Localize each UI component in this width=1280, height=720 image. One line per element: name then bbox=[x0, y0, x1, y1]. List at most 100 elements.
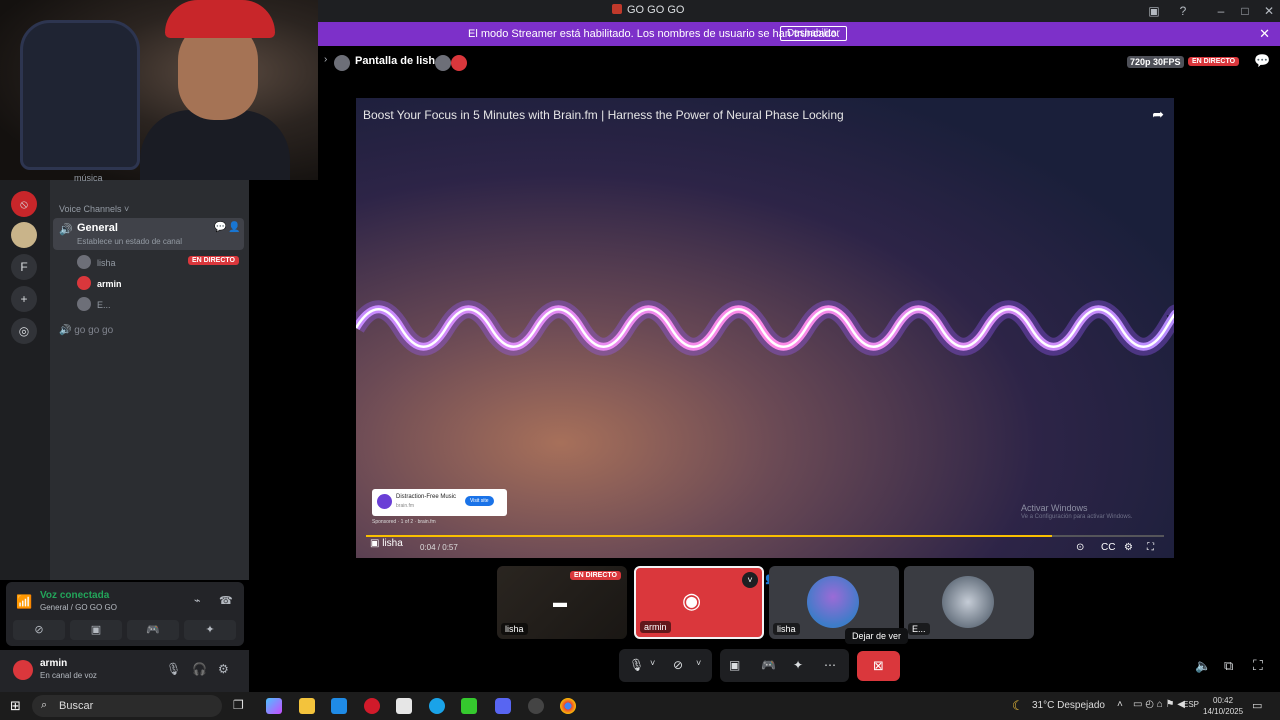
camera-off-icon[interactable]: ⊘ bbox=[673, 658, 683, 672]
language-indicator[interactable]: ESP bbox=[1183, 700, 1199, 709]
avatar[interactable] bbox=[13, 660, 33, 680]
noise-suppression-icon[interactable]: ⌁ bbox=[194, 594, 201, 607]
help-icon[interactable]: ? bbox=[1172, 2, 1194, 20]
more-icon[interactable]: ⋯ bbox=[824, 658, 836, 672]
kick-icon[interactable] bbox=[461, 698, 477, 714]
store-icon[interactable] bbox=[331, 698, 347, 714]
chevron-up-icon[interactable]: ˄ bbox=[1117, 699, 1123, 710]
chat-icon[interactable]: 💬 bbox=[214, 222, 226, 233]
chevron-down-icon[interactable]: ˅ bbox=[696, 658, 701, 668]
voice-user-e[interactable]: E... bbox=[77, 297, 111, 315]
tooltip: Dejar de ver bbox=[845, 628, 909, 644]
participant-tile-armin[interactable]: ◉ ˅ armin bbox=[634, 566, 764, 639]
settings-icon[interactable]: ⚙ bbox=[1124, 542, 1133, 553]
headphones-icon[interactable]: 🎧 bbox=[192, 662, 207, 676]
share-screen-icon[interactable]: ▣ bbox=[729, 658, 740, 672]
voice-channel-general[interactable]: 🔊 General Establece un estado de canal 💬… bbox=[53, 218, 244, 250]
minimize-button[interactable]: – bbox=[1210, 2, 1232, 20]
fullscreen-icon[interactable]: ⛶ bbox=[1147, 542, 1154, 553]
edge-icon[interactable] bbox=[429, 698, 445, 714]
voice-user-armin[interactable]: armin bbox=[77, 276, 122, 294]
avatar bbox=[77, 276, 91, 290]
voice-channels-category[interactable]: Voice Channels ˅ bbox=[59, 204, 129, 214]
soundboard-icon[interactable]: ✦ bbox=[793, 658, 803, 672]
taskbar-search[interactable]: ⌕ Buscar bbox=[32, 695, 222, 717]
search-placeholder: Buscar bbox=[59, 700, 94, 712]
streamer-mode-banner: El modo Streamer está habilitado. Los no… bbox=[318, 22, 1280, 46]
video-title[interactable]: Boost Your Focus in 5 Minutes with Brain… bbox=[363, 108, 844, 122]
voice-user-lisha[interactable]: lisha EN DIRECTO bbox=[77, 255, 242, 273]
chrome-icon[interactable] bbox=[560, 698, 576, 714]
weather-widget[interactable]: 31°C Despejado bbox=[1032, 700, 1105, 711]
chevron-left-icon[interactable]: › bbox=[324, 54, 327, 65]
webcam-body bbox=[140, 110, 290, 180]
participant-tile-lisha-stream[interactable]: EN DIRECTO ▬ lisha bbox=[497, 566, 627, 639]
video-progress-bar[interactable] bbox=[366, 535, 1164, 537]
tray-icons[interactable]: ▭ ◴ ⌂ ⚑ ◀ bbox=[1133, 699, 1185, 710]
captions-icon[interactable]: CC bbox=[1101, 542, 1115, 553]
copilot-icon[interactable] bbox=[266, 698, 282, 714]
discord-logo-icon: ◉ bbox=[682, 588, 702, 613]
maximize-button[interactable]: □ bbox=[1234, 2, 1256, 20]
discover-icon[interactable]: ◎ bbox=[11, 318, 37, 344]
voice-channel-go-go-go[interactable]: 🔊 go go go bbox=[59, 325, 113, 336]
obs-icon[interactable] bbox=[528, 698, 544, 714]
stream-video[interactable]: Boost Your Focus in 5 Minutes with Brain… bbox=[356, 98, 1174, 558]
ad-card[interactable]: Distraction-Free Music brain.fm Visit si… bbox=[372, 489, 507, 516]
disable-streamer-button[interactable]: Deshabilitar bbox=[780, 26, 847, 41]
activity-icon[interactable]: 🎮 bbox=[127, 620, 179, 640]
mail-icon[interactable] bbox=[396, 698, 412, 714]
close-window-button[interactable]: ✕ bbox=[1258, 2, 1280, 20]
microphone-icon[interactable]: 🎙 bbox=[629, 658, 644, 672]
server-icon-1[interactable]: ⦸ bbox=[11, 191, 37, 217]
channel-list: música Voice Channels ˅ 🔊 General Establ… bbox=[50, 173, 249, 580]
autoplay-toggle[interactable]: ⊙ bbox=[1076, 542, 1084, 553]
windows-start-icon[interactable]: ⊞ bbox=[10, 698, 21, 714]
gear-icon[interactable]: ⚙ bbox=[218, 662, 229, 676]
pop-out-icon[interactable]: ⧉ bbox=[1224, 658, 1233, 674]
clock-time: 00:42 bbox=[1213, 696, 1234, 705]
add-server-icon[interactable]: + bbox=[11, 286, 37, 312]
sponsored-label: Sponsored · 1 of 2 · brain.fm bbox=[372, 519, 436, 525]
taskbar-clock[interactable]: 00:42 14/10/2025 bbox=[1203, 695, 1243, 717]
disconnect-icon[interactable]: ☎ bbox=[219, 594, 233, 607]
window-title: GO GO GO bbox=[612, 4, 684, 16]
signal-icon[interactable]: 📶 bbox=[16, 594, 32, 610]
fullscreen-icon[interactable]: ⛶ bbox=[1253, 657, 1263, 674]
brand-logo-icon bbox=[377, 494, 392, 509]
stop-watching-button[interactable]: ⊠ bbox=[857, 651, 900, 681]
add-member-icon[interactable]: 👤 bbox=[228, 222, 240, 233]
task-view-icon[interactable]: ❐ bbox=[233, 698, 244, 712]
file-explorer-icon[interactable] bbox=[299, 698, 315, 714]
chevron-down-icon[interactable]: ˅ bbox=[650, 658, 655, 668]
microphone-icon[interactable]: 🎙 bbox=[166, 662, 181, 676]
avatar bbox=[334, 55, 350, 71]
speaker-icon: 🔊 bbox=[59, 224, 73, 236]
share-screen-icon[interactable]: ▣ bbox=[70, 620, 122, 640]
visit-site-button[interactable]: Visit site bbox=[465, 496, 494, 506]
voice-user-name: armin bbox=[97, 279, 122, 289]
camera-off-icon[interactable]: ⊘ bbox=[13, 620, 65, 640]
activity-icon[interactable]: 🎮 bbox=[761, 658, 776, 672]
share-icon[interactable]: ➦ bbox=[1152, 106, 1164, 123]
inbox-icon[interactable]: ▣ bbox=[1143, 2, 1165, 20]
channel-status[interactable]: Establece un estado de canal bbox=[77, 237, 182, 246]
close-icon[interactable]: ✕ bbox=[1259, 26, 1270, 42]
server-icon-f[interactable]: F bbox=[11, 254, 37, 280]
chevron-down-icon[interactable]: ˅ bbox=[742, 572, 758, 588]
screen-share-icon: ▬ bbox=[553, 594, 567, 610]
volume-icon[interactable]: 🔈 bbox=[1195, 658, 1211, 674]
participant-tile-e[interactable]: E... bbox=[904, 566, 1034, 639]
partial-channel[interactable]: música bbox=[74, 173, 103, 183]
category-label: Voice Channels bbox=[59, 204, 122, 214]
soundboard-icon[interactable]: ✦ bbox=[184, 620, 236, 640]
app-icon[interactable] bbox=[364, 698, 380, 714]
server-icon-2[interactable] bbox=[11, 222, 37, 248]
chat-icon[interactable]: 💬 bbox=[1254, 53, 1270, 69]
webcam-cap bbox=[165, 0, 275, 38]
ad-title: Distraction-Free Music bbox=[396, 494, 457, 500]
notification-icon[interactable]: ▭ bbox=[1252, 699, 1262, 712]
voice-location[interactable]: General / GO GO GO bbox=[40, 603, 117, 612]
windows-taskbar: ⊞ ⌕ Buscar ❐ ☾ 31°C Despejado ˄ ▭ ◴ ⌂ ⚑ … bbox=[0, 692, 1280, 720]
discord-icon[interactable] bbox=[495, 698, 511, 714]
